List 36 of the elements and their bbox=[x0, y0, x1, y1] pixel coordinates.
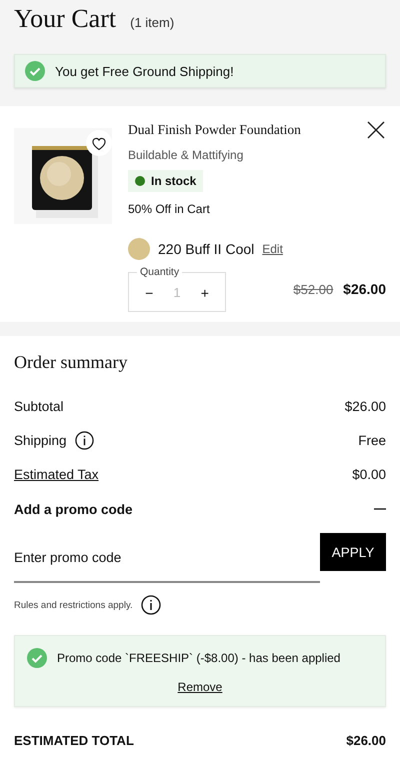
shade-name: 220 Buff II Cool bbox=[158, 241, 254, 257]
total-label: ESTIMATED TOTAL bbox=[14, 733, 134, 748]
checkmark-icon bbox=[27, 648, 47, 668]
row-value: Free bbox=[358, 432, 386, 448]
decrease-button[interactable]: − bbox=[141, 284, 158, 300]
promo-toggle[interactable]: Add a promo code bbox=[14, 491, 386, 527]
product-name[interactable]: Dual Finish Powder Foundation bbox=[128, 122, 301, 138]
page-title: Your Cart bbox=[14, 4, 116, 34]
product-subtitle: Buildable & Mattifying bbox=[128, 148, 244, 162]
offer-text: 50% Off in Cart bbox=[128, 202, 211, 216]
summary-title: Order summary bbox=[14, 352, 128, 373]
apply-button[interactable]: APPLY bbox=[320, 533, 386, 571]
original-price: $52.00 bbox=[293, 282, 334, 296]
stock-badge: In stock bbox=[128, 170, 204, 192]
quantity-stepper[interactable]: Quantity − 1 + bbox=[128, 266, 226, 312]
remove-link[interactable]: Remove bbox=[178, 680, 222, 694]
close-button[interactable] bbox=[366, 120, 386, 140]
row-label: Shipping bbox=[14, 432, 67, 448]
item-count: (1 item) bbox=[130, 15, 174, 30]
row-value: $26.00 bbox=[344, 398, 386, 414]
edit-link[interactable]: Edit bbox=[262, 242, 283, 256]
heart-icon bbox=[91, 136, 107, 150]
banner-text: You get Free Ground Shipping! bbox=[55, 64, 234, 78]
row-value: $0.00 bbox=[352, 466, 386, 482]
info-icon[interactable] bbox=[140, 595, 161, 615]
row-link[interactable]: Estimated Tax bbox=[14, 466, 99, 482]
total-value: $26.00 bbox=[346, 733, 386, 748]
rules-text: Rules and restrictions apply. bbox=[14, 600, 133, 610]
quantity-label: Quantity bbox=[139, 266, 180, 278]
sale-price: $26.00 bbox=[343, 281, 386, 297]
info-icon[interactable] bbox=[74, 430, 94, 450]
row-label: Subtotal bbox=[14, 398, 64, 414]
quantity-value: 1 bbox=[173, 285, 181, 300]
applied-message: Promo code `FREESHIP` (-$8.00) - has been applied bbox=[57, 651, 340, 665]
checkmark-icon bbox=[25, 61, 45, 81]
increase-button[interactable]: + bbox=[196, 284, 213, 300]
